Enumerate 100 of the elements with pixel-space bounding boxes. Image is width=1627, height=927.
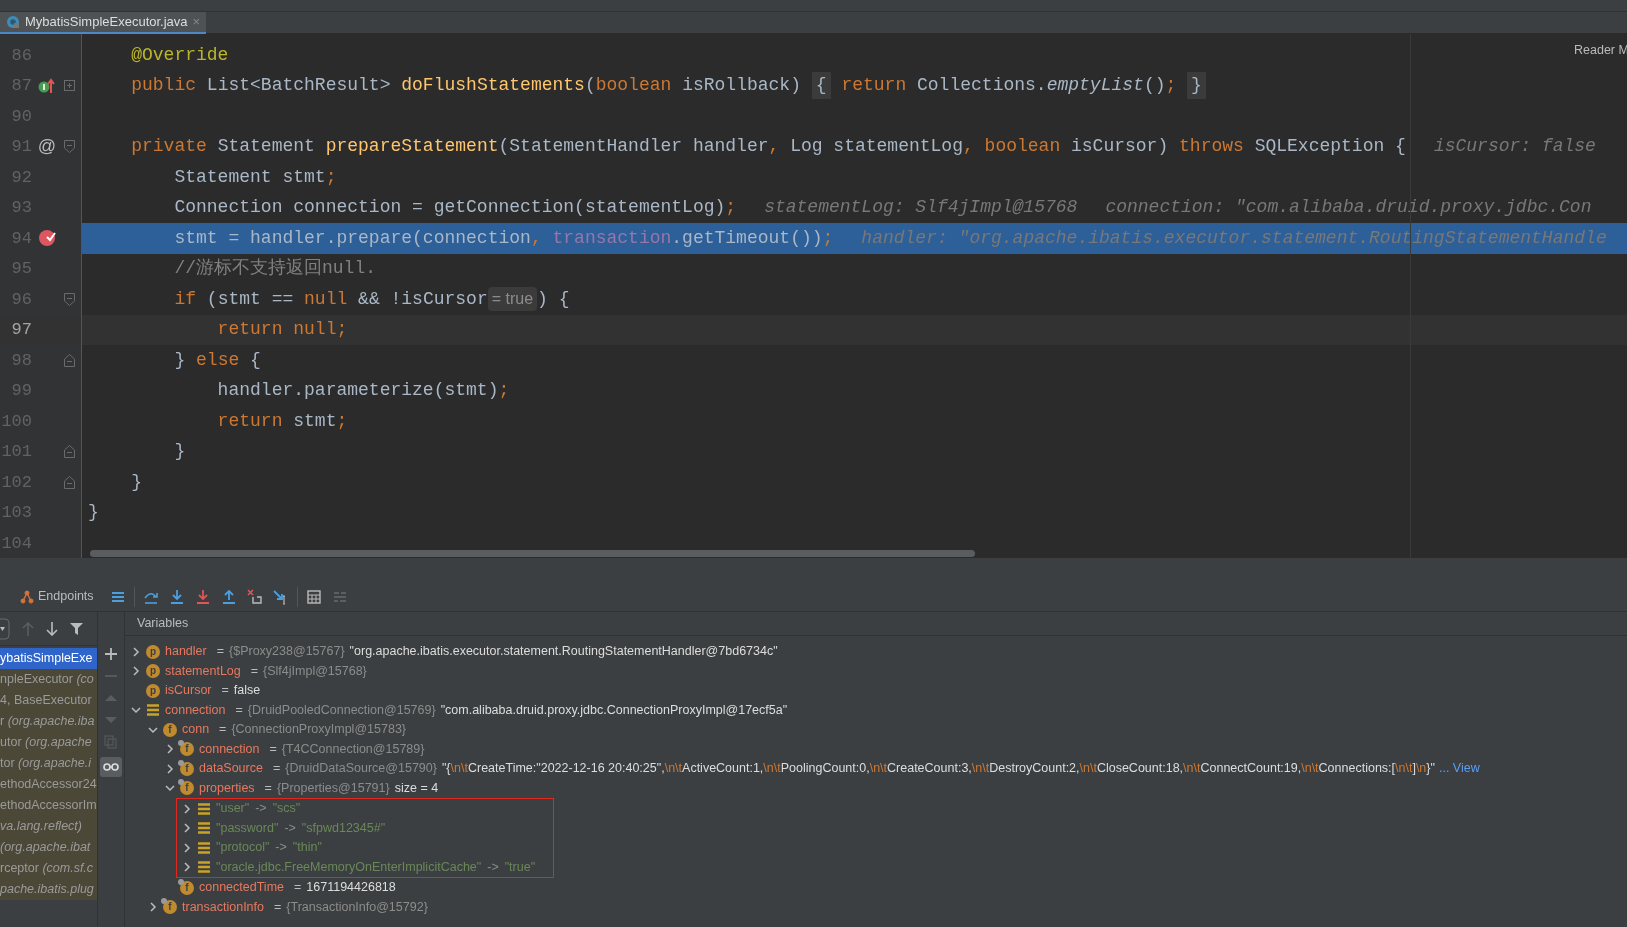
thread-dropdown[interactable] — [0, 617, 10, 640]
code-token: ; — [822, 226, 834, 250]
code-token: && !isCursor — [357, 287, 488, 311]
code-token: isRollback) — [681, 74, 802, 98]
code-token: //游标不支持返回null. — [173, 257, 377, 281]
stack-frame[interactable]: ethodAccessorIm — [0, 795, 97, 816]
code-token: , — [530, 226, 542, 250]
code-token: stmt = handler.prepare(connection — [173, 226, 531, 250]
code-token: Collections. — [916, 74, 1047, 98]
code-token: handler.parameterize(stmt) — [216, 379, 499, 403]
variable-value: = {DruidPooledConnection@15769} "com.alibaba.druid.proxy.jdbc.ConnectionProxyImpl@17ecf5a" — [234, 701, 788, 719]
stack-frame[interactable]: tor (org.apache.i — [0, 753, 97, 774]
field-icon: f — [163, 722, 177, 737]
map-entry-icon — [197, 821, 211, 836]
code-token: ) { — [537, 287, 570, 311]
parameter-icon: p — [146, 644, 160, 659]
variable-name: connection — [199, 740, 260, 758]
code-token: null — [304, 287, 348, 311]
step-out-icon[interactable] — [220, 588, 237, 605]
parameter-icon: p — [146, 664, 160, 679]
variable-name: connection — [165, 701, 226, 719]
variable-value: = {T4CConnection@15789} — [268, 740, 425, 758]
code-token: SQLException { — [1253, 135, 1406, 159]
code-token: ; — [725, 196, 737, 220]
add-icon[interactable] — [104, 647, 118, 661]
code-token: } — [173, 348, 187, 372]
code-token: ( — [584, 74, 596, 98]
folded-code[interactable]: { — [811, 72, 831, 100]
calculator-icon[interactable] — [305, 588, 322, 605]
code-token: return null; — [216, 318, 348, 342]
drop-frame-icon[interactable] — [246, 588, 263, 605]
code-token: return — [216, 409, 283, 433]
stack-frame[interactable]: utor (org.apache — [0, 732, 97, 753]
variable-value: "user" -> "scs" — [216, 800, 301, 818]
object-icon — [146, 703, 160, 718]
variable-name: dataSource — [199, 760, 263, 778]
code-token: throws — [1179, 135, 1244, 159]
variable-value: "password" -> "sfpwd12345#" — [216, 819, 386, 837]
line-number: 97 — [10, 319, 32, 341]
code-token: boolean — [595, 74, 672, 98]
expand-fold-icon[interactable] — [63, 80, 75, 92]
variable-value: = {$Proxy238@15767} "org.apache.ibatis.executor.statement.RoutingStatementHandler@7bd6734c" — [215, 643, 778, 661]
variable-name: conn — [182, 721, 210, 739]
code-token: else — [196, 348, 240, 372]
fold-end-icon[interactable] — [63, 353, 75, 367]
endpoints-button[interactable]: Endpoints — [18, 587, 96, 606]
endpoints-icon — [20, 589, 34, 604]
code-token: } — [130, 470, 142, 494]
code-token: ; — [325, 165, 337, 189]
breakpoint-icon[interactable] — [38, 229, 56, 248]
stack-frame[interactable]: (org.apache.ibat — [0, 837, 97, 858]
file-tab[interactable]: MybatisSimpleExecutor.java × — [0, 12, 207, 34]
field-icon: f — [180, 761, 194, 776]
code-token: (stmt == — [205, 287, 295, 311]
code-token: public — [130, 74, 197, 98]
glasses-toggle[interactable] — [100, 757, 122, 777]
stack-frame[interactable]: va.lang.reflect) — [0, 816, 97, 837]
variable-value: = {DruidDataSource@15790} "{\n\tCreateTime:"2022-12-16 20:40:25",\n\tActiveCount:1,\n\tPoolingCount:0,\n\tCreateCount:3,\n\tDestroyCount:2,\n\tCloseCount:18,\n\tConnectCount:19,\n\tConnections:[\n\t]\n}" ... View — [271, 760, 1480, 778]
glasses-icon — [103, 762, 119, 772]
step-into-icon[interactable] — [168, 588, 185, 605]
implements-icon[interactable] — [38, 76, 56, 95]
collapse-fold-icon[interactable] — [63, 292, 75, 306]
map-entry-icon — [197, 801, 211, 816]
variable-value: = {ConnectionProxyImpl@15783} — [218, 721, 407, 739]
fold-end-icon[interactable] — [63, 475, 75, 489]
down-arrow-icon[interactable] — [46, 621, 58, 636]
code-token: ; — [498, 379, 510, 403]
stack-frame[interactable]: r (org.apache.iba — [0, 711, 97, 732]
variable-name: connectedTime — [199, 879, 284, 897]
folded-code[interactable]: } — [1187, 72, 1206, 100]
class-file-icon — [6, 15, 20, 29]
force-step-into-icon[interactable] — [194, 588, 211, 605]
code-token: stmt — [292, 409, 337, 433]
inline-value-hint: connection: "com.alibaba.druid.proxy.jdbc.Con — [1105, 196, 1592, 220]
override-mark[interactable]: @ — [37, 133, 57, 161]
stack-frame[interactable]: npleExecutor (co — [0, 669, 97, 690]
variable-value: = 1671194426818 — [293, 879, 396, 897]
reader-mode-link[interactable]: Reader M — [1574, 41, 1627, 60]
stack-frame[interactable]: ethodAccessor24 — [0, 774, 97, 795]
map-entry-icon — [197, 840, 211, 855]
collapse-fold-icon[interactable] — [63, 140, 75, 154]
stack-frame[interactable]: ybatisSimpleExe — [0, 648, 97, 669]
code-token: () — [1143, 74, 1166, 98]
horizontal-scrollbar[interactable] — [90, 550, 975, 557]
parameter-icon: p — [146, 683, 160, 698]
stack-frame[interactable]: pache.ibatis.plug — [0, 879, 97, 900]
fold-end-icon[interactable] — [63, 445, 75, 459]
variable-name: statementLog — [165, 662, 241, 680]
field-icon: f — [180, 880, 194, 895]
code-token: isCursor) — [1070, 135, 1170, 159]
stack-frame[interactable]: rceptor (com.sf.c — [0, 858, 97, 879]
variable-value: = {TransactionInfo@15792} — [273, 898, 428, 916]
code-token: return — [840, 74, 907, 98]
stack-frame[interactable]: 4, BaseExecutor — [0, 690, 97, 711]
filter-icon[interactable] — [70, 622, 83, 635]
close-tab-button[interactable]: × — [192, 12, 201, 32]
code-token: Connection connection = getConnection(statementLog) — [173, 196, 726, 220]
code-token: private — [130, 135, 207, 159]
code-token: } — [173, 440, 186, 464]
map-entry-icon — [197, 860, 211, 875]
